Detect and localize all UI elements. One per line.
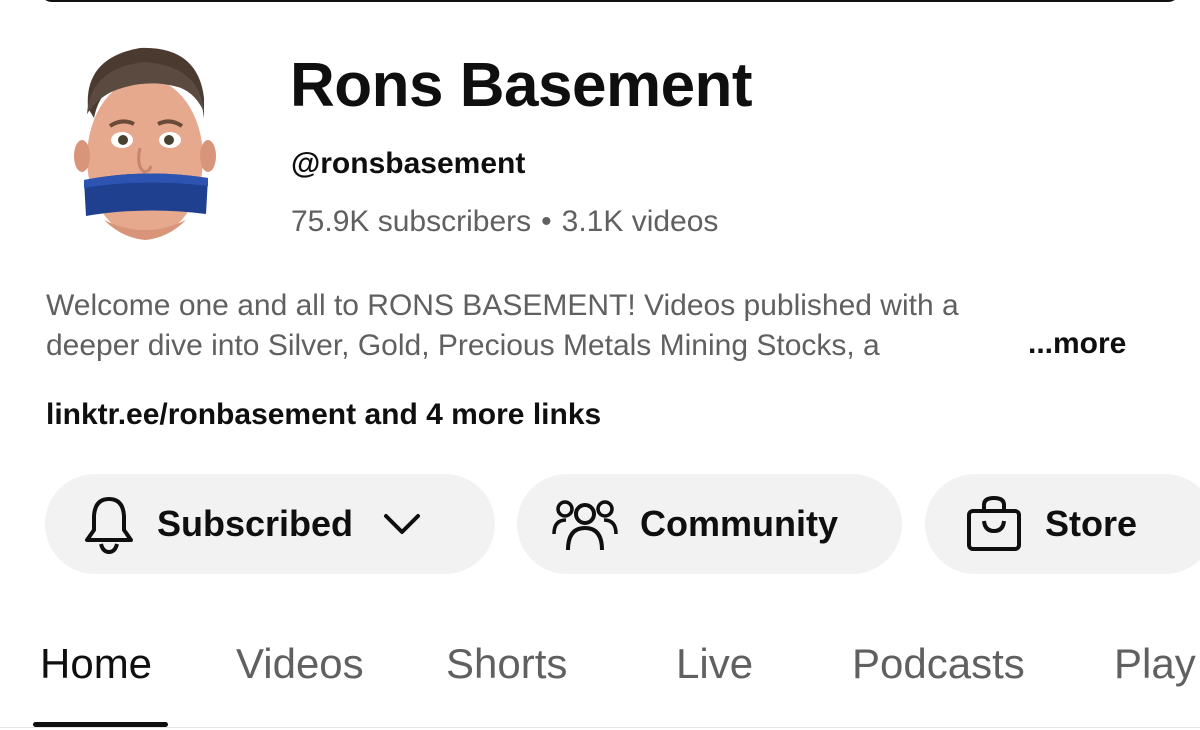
channel-name: Rons Basement xyxy=(290,51,753,120)
people-icon xyxy=(552,500,618,551)
channel-handle: @ronsbasement xyxy=(291,147,526,180)
channel-description[interactable]: Welcome one and all to RONS BASEMENT! Vi… xyxy=(46,286,1166,366)
channel-tabs: Home Videos Shorts Live Podcasts Play xyxy=(0,630,1200,730)
shopping-bag-icon xyxy=(967,495,1021,551)
chevron-down-icon[interactable] xyxy=(383,512,421,536)
tab-podcasts[interactable]: Podcasts xyxy=(852,640,1025,688)
tab-home[interactable]: Home xyxy=(40,640,152,688)
community-label: Community xyxy=(640,503,838,544)
channel-stats: 75.9K subscribers • 3.1K videos xyxy=(291,204,718,240)
channel-avatar[interactable] xyxy=(70,38,220,248)
stats-separator: • xyxy=(541,205,552,238)
description-line-1: Welcome one and all to RONS BASEMENT! Vi… xyxy=(46,289,959,322)
subscriber-count: 75.9K subscribers xyxy=(291,205,532,238)
description-more-link[interactable]: ...more xyxy=(1028,324,1126,364)
tab-live[interactable]: Live xyxy=(676,640,753,688)
community-button[interactable]: Community xyxy=(517,474,902,574)
channel-page: Rons Basement @ronsbasement 75.9K subscr… xyxy=(0,0,1200,730)
tab-videos[interactable]: Videos xyxy=(236,640,364,688)
bell-icon xyxy=(85,497,133,554)
store-label: Store xyxy=(1045,503,1138,544)
tab-playlists[interactable]: Play xyxy=(1114,640,1196,688)
tab-shorts[interactable]: Shorts xyxy=(446,640,567,688)
description-line-2: deeper dive into Silver, Gold, Precious … xyxy=(46,326,1006,366)
video-count: 3.1K videos xyxy=(561,205,719,238)
channel-links[interactable]: linktr.ee/ronbasement and 4 more links xyxy=(46,396,601,434)
tabs-divider xyxy=(0,727,1200,728)
store-button[interactable]: Store xyxy=(925,474,1200,574)
search-bar-edge[interactable] xyxy=(40,0,1180,2)
subscribed-button[interactable]: Subscribed xyxy=(45,474,495,574)
subscribed-label: Subscribed xyxy=(157,503,354,544)
